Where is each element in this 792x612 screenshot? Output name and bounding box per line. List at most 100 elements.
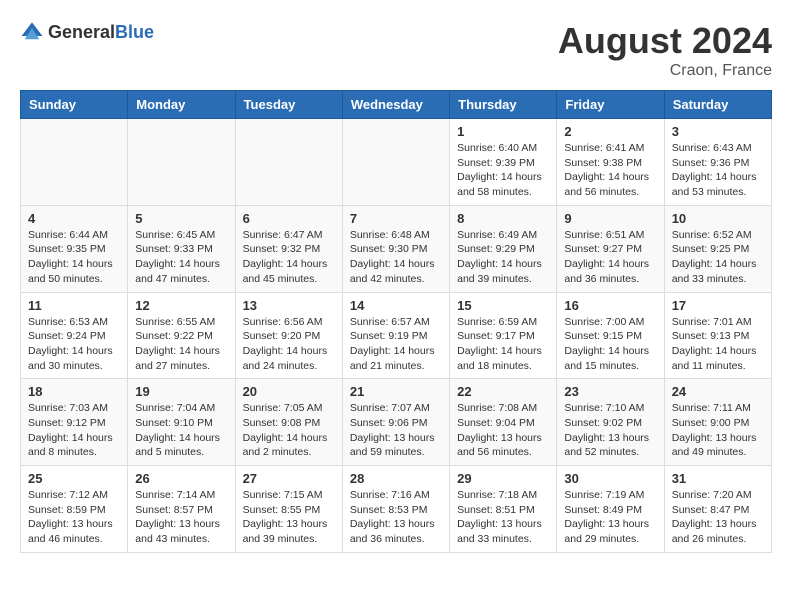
calendar-cell: 6 Sunrise: 6:47 AMSunset: 9:32 PMDaylight… <box>235 205 342 292</box>
day-number: 27 <box>243 471 335 486</box>
calendar-cell: 18Sunrise: 7:03 AMSunset: 9:12 PMDayligh… <box>21 379 128 466</box>
day-number: 14 <box>350 298 442 313</box>
calendar-cell: 27 Sunrise: 7:15 AMSunset: 8:55 PMDayligh… <box>235 466 342 553</box>
calendar-cell: 22Sunrise: 7:08 AMSunset: 9:04 PMDayligh… <box>450 379 557 466</box>
weekday-header-sunday: Sunday <box>21 91 128 119</box>
day-info: Sunrise: 6:44 AMSunset: 9:35 PMDaylight:… <box>28 228 120 287</box>
calendar-cell <box>128 119 235 206</box>
day-number: 17 <box>672 298 764 313</box>
day-number: 10 <box>672 211 764 226</box>
day-number: 11 <box>28 298 120 313</box>
day-info: Sunrise: 7:19 AMSunset: 8:49 PMDaylight:… <box>564 488 656 547</box>
day-info: Sunrise: 6:48 AMSunset: 9:30 PMDaylight:… <box>350 228 442 287</box>
day-info: Sunrise: 6:57 AMSunset: 9:19 PMDaylight:… <box>350 315 442 374</box>
day-info: Sunrise: 7:04 AMSunset: 9:10 PMDaylight:… <box>135 401 227 460</box>
calendar-cell: 17 Sunrise: 7:01 AMSunset: 9:13 PMDayligh… <box>664 292 771 379</box>
calendar-cell: 15 Sunrise: 6:59 AMSunset: 9:17 PMDayligh… <box>450 292 557 379</box>
calendar-cell <box>342 119 449 206</box>
day-number: 28 <box>350 471 442 486</box>
day-number: 23 <box>564 384 656 399</box>
calendar-cell: 11 Sunrise: 6:53 AMSunset: 9:24 PMDayligh… <box>21 292 128 379</box>
day-info: Sunrise: 6:51 AMSunset: 9:27 PMDaylight:… <box>564 228 656 287</box>
calendar-cell <box>21 119 128 206</box>
calendar-cell: 4 Sunrise: 6:44 AMSunset: 9:35 PMDaylight… <box>21 205 128 292</box>
calendar-cell: 29 Sunrise: 7:18 AMSunset: 8:51 PMDayligh… <box>450 466 557 553</box>
day-info: Sunrise: 6:56 AMSunset: 9:20 PMDaylight:… <box>243 315 335 374</box>
calendar-cell: 2 Sunrise: 6:41 AMSunset: 9:38 PMDaylight… <box>557 119 664 206</box>
day-info: Sunrise: 7:20 AMSunset: 8:47 PMDaylight:… <box>672 488 764 547</box>
day-number: 22 <box>457 384 549 399</box>
calendar-cell: 28Sunrise: 7:16 AMSunset: 8:53 PMDayligh… <box>342 466 449 553</box>
day-number: 4 <box>28 211 120 226</box>
day-number: 15 <box>457 298 549 313</box>
day-info: Sunrise: 6:43 AMSunset: 9:36 PMDaylight:… <box>672 141 764 200</box>
calendar-cell: 7 Sunrise: 6:48 AMSunset: 9:30 PMDaylight… <box>342 205 449 292</box>
day-number: 2 <box>564 124 656 139</box>
day-info: Sunrise: 6:55 AMSunset: 9:22 PMDaylight:… <box>135 315 227 374</box>
calendar-cell: 12Sunrise: 6:55 AMSunset: 9:22 PMDayligh… <box>128 292 235 379</box>
calendar-cell: 1 Sunrise: 6:40 AMSunset: 9:39 PMDaylight… <box>450 119 557 206</box>
calendar-table: SundayMondayTuesdayWednesdayThursdayFrid… <box>20 90 772 553</box>
calendar-cell: 26Sunrise: 7:14 AMSunset: 8:57 PMDayligh… <box>128 466 235 553</box>
calendar-week-row: 11 Sunrise: 6:53 AMSunset: 9:24 PMDayligh… <box>21 292 772 379</box>
month-year-title: August 2024 <box>558 20 772 62</box>
day-info: Sunrise: 6:59 AMSunset: 9:17 PMDaylight:… <box>457 315 549 374</box>
day-number: 26 <box>135 471 227 486</box>
calendar-cell: 30 Sunrise: 7:19 AMSunset: 8:49 PMDayligh… <box>557 466 664 553</box>
calendar-cell: 10Sunrise: 6:52 AMSunset: 9:25 PMDayligh… <box>664 205 771 292</box>
day-number: 29 <box>457 471 549 486</box>
calendar-cell: 21Sunrise: 7:07 AMSunset: 9:06 PMDayligh… <box>342 379 449 466</box>
calendar-week-row: 1 Sunrise: 6:40 AMSunset: 9:39 PMDaylight… <box>21 119 772 206</box>
day-number: 20 <box>243 384 335 399</box>
calendar-week-row: 4 Sunrise: 6:44 AMSunset: 9:35 PMDaylight… <box>21 205 772 292</box>
day-number: 6 <box>243 211 335 226</box>
calendar-cell: 16 Sunrise: 7:00 AMSunset: 9:15 PMDayligh… <box>557 292 664 379</box>
weekday-header-thursday: Thursday <box>450 91 557 119</box>
day-number: 30 <box>564 471 656 486</box>
day-number: 5 <box>135 211 227 226</box>
day-info: Sunrise: 7:18 AMSunset: 8:51 PMDaylight:… <box>457 488 549 547</box>
day-number: 16 <box>564 298 656 313</box>
day-info: Sunrise: 6:53 AMSunset: 9:24 PMDaylight:… <box>28 315 120 374</box>
day-info: Sunrise: 7:00 AMSunset: 9:15 PMDaylight:… <box>564 315 656 374</box>
calendar-cell: 23 Sunrise: 7:10 AMSunset: 9:02 PMDayligh… <box>557 379 664 466</box>
day-number: 1 <box>457 124 549 139</box>
calendar-cell <box>235 119 342 206</box>
calendar-cell: 25Sunrise: 7:12 AMSunset: 8:59 PMDayligh… <box>21 466 128 553</box>
logo-blue: Blue <box>115 22 154 42</box>
day-info: Sunrise: 7:15 AMSunset: 8:55 PMDaylight:… <box>243 488 335 547</box>
calendar-cell: 3Sunrise: 6:43 AMSunset: 9:36 PMDaylight… <box>664 119 771 206</box>
weekday-header-saturday: Saturday <box>664 91 771 119</box>
calendar-cell: 19 Sunrise: 7:04 AMSunset: 9:10 PMDayligh… <box>128 379 235 466</box>
calendar-cell: 5 Sunrise: 6:45 AMSunset: 9:33 PMDaylight… <box>128 205 235 292</box>
day-number: 31 <box>672 471 764 486</box>
calendar-cell: 31 Sunrise: 7:20 AMSunset: 8:47 PMDayligh… <box>664 466 771 553</box>
location-title: Craon, France <box>558 62 772 80</box>
weekday-header-tuesday: Tuesday <box>235 91 342 119</box>
weekday-header-friday: Friday <box>557 91 664 119</box>
day-info: Sunrise: 6:41 AMSunset: 9:38 PMDaylight:… <box>564 141 656 200</box>
calendar-week-row: 25Sunrise: 7:12 AMSunset: 8:59 PMDayligh… <box>21 466 772 553</box>
day-number: 7 <box>350 211 442 226</box>
day-info: Sunrise: 7:12 AMSunset: 8:59 PMDaylight:… <box>28 488 120 547</box>
calendar-cell: 9Sunrise: 6:51 AMSunset: 9:27 PMDaylight… <box>557 205 664 292</box>
logo-general: General <box>48 22 115 42</box>
logo-icon <box>20 20 44 44</box>
day-info: Sunrise: 6:45 AMSunset: 9:33 PMDaylight:… <box>135 228 227 287</box>
weekday-header-monday: Monday <box>128 91 235 119</box>
day-info: Sunrise: 7:01 AMSunset: 9:13 PMDaylight:… <box>672 315 764 374</box>
page-header: GeneralBlue August 2024 Craon, France <box>20 20 772 80</box>
day-info: Sunrise: 7:10 AMSunset: 9:02 PMDaylight:… <box>564 401 656 460</box>
calendar-cell: 24Sunrise: 7:11 AMSunset: 9:00 PMDayligh… <box>664 379 771 466</box>
calendar-cell: 20 Sunrise: 7:05 AMSunset: 9:08 PMDayligh… <box>235 379 342 466</box>
day-info: Sunrise: 6:47 AMSunset: 9:32 PMDaylight:… <box>243 228 335 287</box>
day-info: Sunrise: 6:49 AMSunset: 9:29 PMDaylight:… <box>457 228 549 287</box>
calendar-header-row: SundayMondayTuesdayWednesdayThursdayFrid… <box>21 91 772 119</box>
logo: GeneralBlue <box>20 20 154 44</box>
day-info: Sunrise: 7:03 AMSunset: 9:12 PMDaylight:… <box>28 401 120 460</box>
calendar-cell: 8Sunrise: 6:49 AMSunset: 9:29 PMDaylight… <box>450 205 557 292</box>
day-number: 19 <box>135 384 227 399</box>
day-info: Sunrise: 6:40 AMSunset: 9:39 PMDaylight:… <box>457 141 549 200</box>
title-block: August 2024 Craon, France <box>558 20 772 80</box>
day-info: Sunrise: 7:05 AMSunset: 9:08 PMDaylight:… <box>243 401 335 460</box>
